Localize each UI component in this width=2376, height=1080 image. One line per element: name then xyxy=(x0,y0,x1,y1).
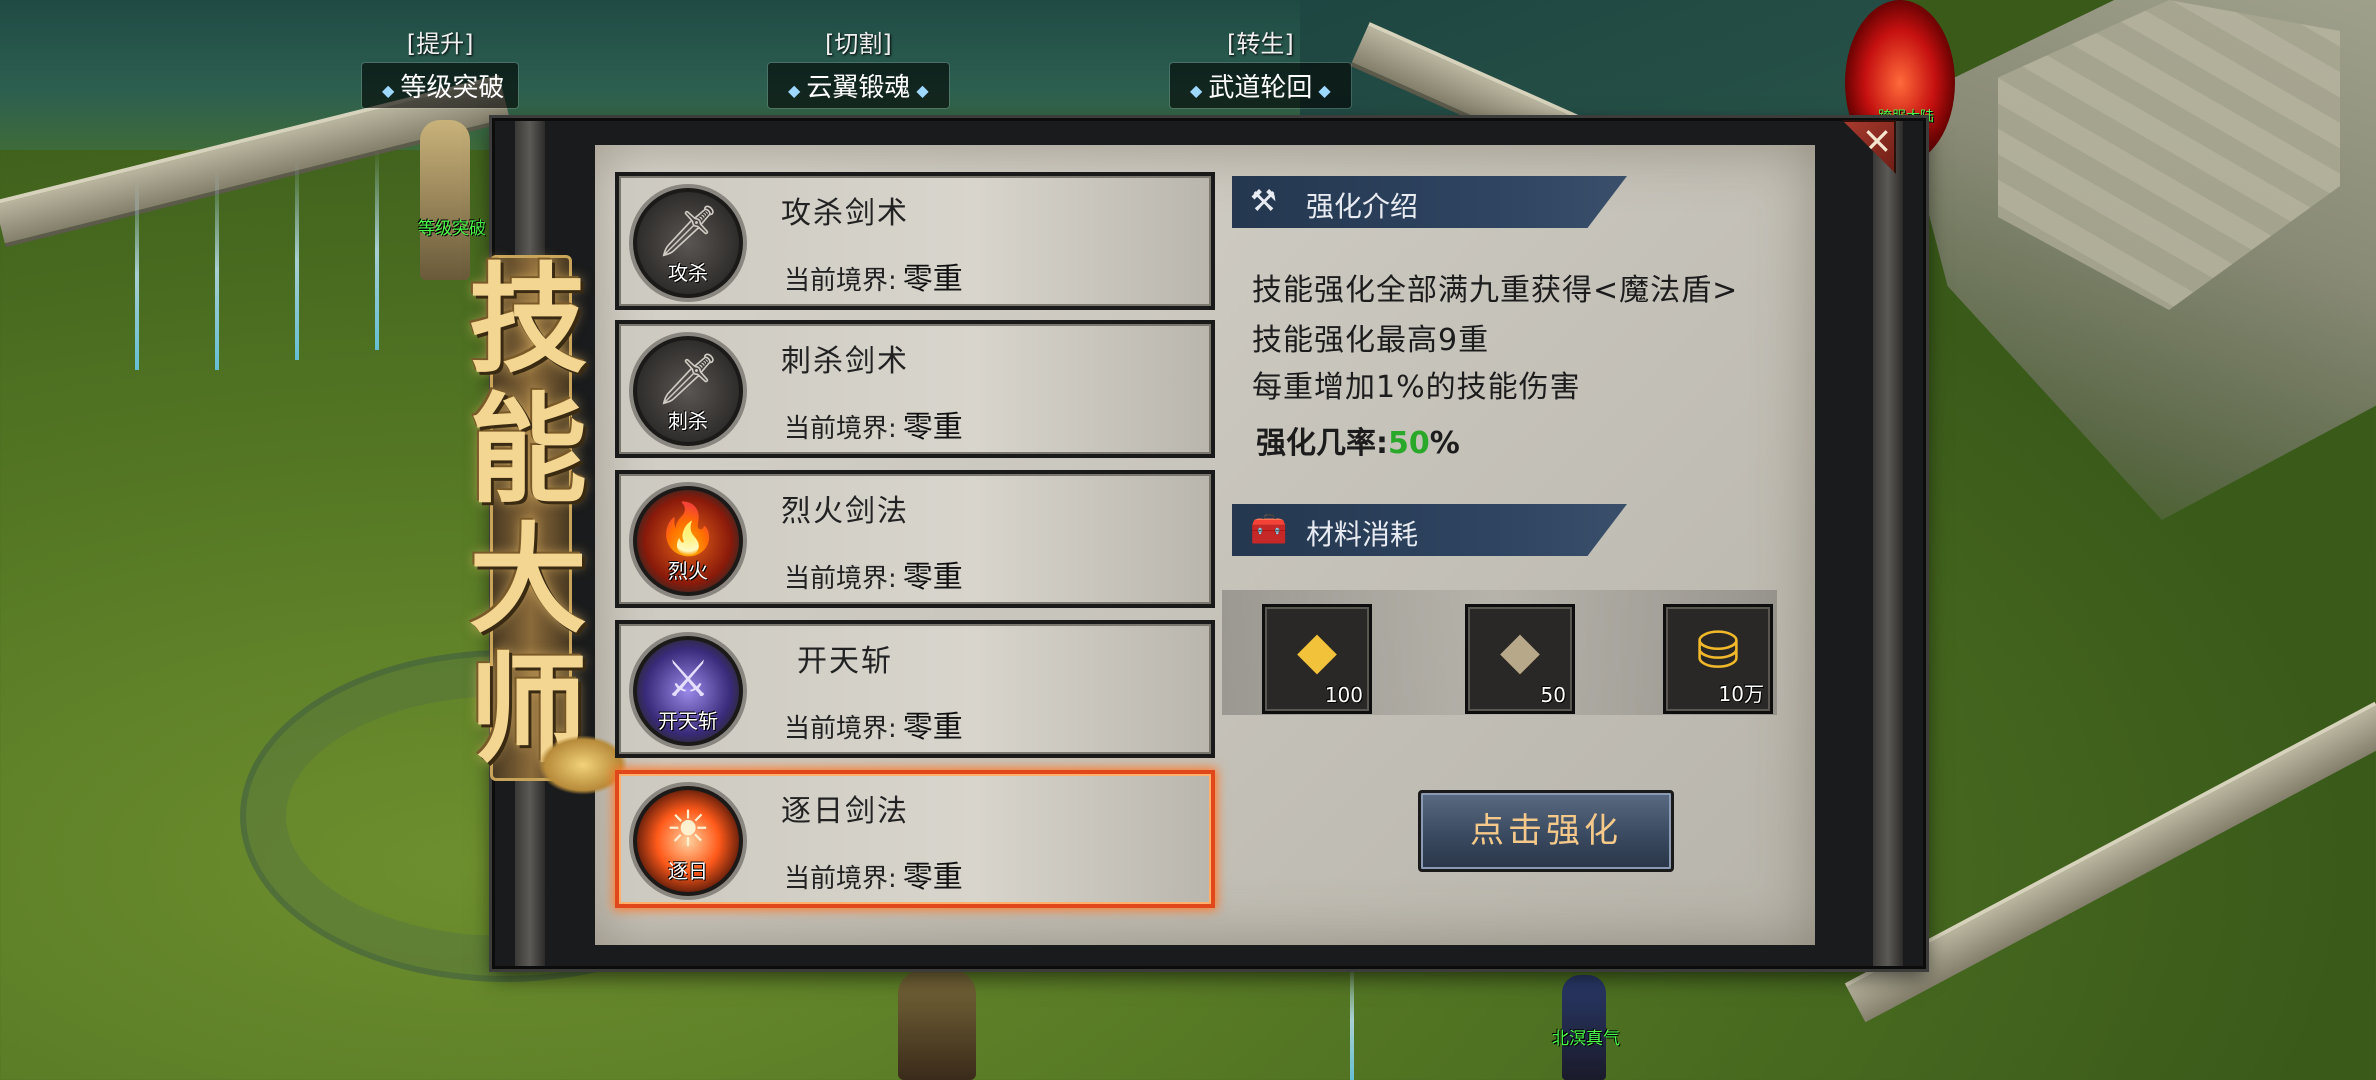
skill-icon-label: 开天斩 xyxy=(658,709,718,733)
light-beam xyxy=(295,160,299,360)
sword-icon: 🗡 攻杀 xyxy=(629,184,747,302)
light-beam xyxy=(1350,960,1354,1080)
realm-value: 零重 xyxy=(902,710,963,745)
wing-forge-label: 云翼锻魂 xyxy=(806,73,911,103)
skill-name: 逐日剑法 xyxy=(781,794,909,829)
skill-realm: 当前境界: 零重 xyxy=(784,702,963,746)
realm-label: 当前境界: xyxy=(784,414,897,444)
rebirth-button[interactable]: ◆ 武道轮回 ◆ xyxy=(1170,63,1351,108)
title-glyph: 能 xyxy=(468,380,587,519)
skill-name: 开天斩 xyxy=(797,644,893,679)
skill-item-flame-sword[interactable]: 🔥 烈火 烈火剑法 当前境界: 零重 xyxy=(615,470,1215,608)
material-qty: 10万 xyxy=(1718,682,1764,706)
wing-forge-button[interactable]: ◆ 云翼锻魂 ◆ xyxy=(768,63,949,108)
intro-header: ⚒ 强化介绍 xyxy=(1232,176,1627,228)
level-breakthrough-label: 等级突破 xyxy=(400,73,505,103)
skill-icon-label: 刺杀 xyxy=(668,409,708,433)
gold-ingot-icon: ⛁ xyxy=(1696,621,1740,681)
sun-slash-icon: ☀ 逐日 xyxy=(629,782,747,900)
realm-value: 零重 xyxy=(902,410,963,445)
skill-realm: 当前境界: 零重 xyxy=(784,552,963,596)
topmenu-tag: [切割] xyxy=(824,30,892,58)
diamond-icon: ◆ xyxy=(1318,81,1331,100)
materials-header: 🧰 材料消耗 xyxy=(1232,504,1627,556)
topmenu-tag: [提升] xyxy=(406,30,474,58)
panel-rail-right xyxy=(1873,121,1903,966)
topmenu-rebirth[interactable]: [转生] ◆ 武道轮回 ◆ xyxy=(1170,24,1351,108)
skill-realm: 当前境界: 零重 xyxy=(784,852,963,896)
rate-value: 50 xyxy=(1388,426,1430,461)
diamond-icon: ◆ xyxy=(788,81,801,100)
fire-glyph: 🔥 xyxy=(656,500,720,558)
title-glyph: 大 xyxy=(468,510,587,649)
black-iron-icon: ◆ xyxy=(1500,621,1540,681)
material-slot-gold-ore[interactable]: ◆ 100 xyxy=(1262,604,1372,714)
skill-item-sky-split[interactable]: ⚔ 开天斩 开天斩 当前境界: 零重 xyxy=(615,620,1215,758)
diamond-icon: ◆ xyxy=(916,81,929,100)
material-slot-gold-ingot[interactable]: ⛁ 10万 xyxy=(1663,604,1773,714)
light-beam xyxy=(135,180,139,370)
materials-header-label: 材料消耗 xyxy=(1306,518,1419,551)
diamond-icon: ◆ xyxy=(1190,81,1203,100)
skill-name: 刺杀剑术 xyxy=(781,344,909,379)
realm-label: 当前境界: xyxy=(784,266,897,296)
success-rate: 强化几率:50% xyxy=(1256,418,1460,462)
skill-item-sun-chase[interactable]: ☀ 逐日 逐日剑法 当前境界: 零重 xyxy=(615,770,1215,908)
intro-line: 技能强化全部满九重获得<魔法盾> xyxy=(1252,273,1739,308)
skill-icon-label: 烈火 xyxy=(668,559,708,583)
realm-value: 零重 xyxy=(902,262,963,297)
diamond-icon: ◆ xyxy=(382,81,395,100)
realm-label: 当前境界: xyxy=(784,714,897,744)
skill-name: 烈火剑法 xyxy=(781,494,909,529)
realm-label: 当前境界: xyxy=(784,564,897,594)
topmenu-wing-forge[interactable]: [切割] ◆ 云翼锻魂 ◆ xyxy=(768,24,949,108)
topmenu-level-breakthrough[interactable]: [提升] ◆ 等级突破 xyxy=(362,24,519,108)
realm-value: 零重 xyxy=(902,560,963,595)
sword-icon: 🗡 刺杀 xyxy=(629,332,747,450)
material-qty: 50 xyxy=(1540,683,1566,707)
panel-title: 技 能 大 师 xyxy=(428,215,628,795)
rate-unit: % xyxy=(1429,426,1460,461)
intro-header-label: 强化介绍 xyxy=(1306,190,1419,223)
intro-line: 技能强化最高9重 xyxy=(1252,323,1490,358)
rate-label: 强化几率: xyxy=(1256,426,1388,461)
light-beam xyxy=(215,170,219,370)
realm-value: 零重 xyxy=(902,860,963,895)
skill-item-attack-sword[interactable]: 🗡 攻杀 攻杀剑术 当前境界: 零重 xyxy=(615,172,1215,310)
skill-realm: 当前境界: 零重 xyxy=(784,254,963,298)
fire-sword-icon: 🔥 烈火 xyxy=(629,482,747,600)
skill-icon-label: 逐日 xyxy=(668,859,708,883)
sun-glyph: ☀ xyxy=(665,800,711,858)
intro-line: 每重增加1%的技能伤害 xyxy=(1252,370,1581,405)
slash-glyph: ⚔ xyxy=(665,650,711,708)
skill-realm: 当前境界: 零重 xyxy=(784,402,963,446)
material-slot-black-iron[interactable]: ◆ 50 xyxy=(1465,604,1575,714)
topmenu-tag: [转生] xyxy=(1226,30,1294,58)
chest-icon: 🧰 xyxy=(1250,512,1288,547)
gold-ore-icon: ◆ xyxy=(1297,621,1337,681)
hammer-icon: ⚒ xyxy=(1250,184,1277,219)
skill-name: 攻杀剑术 xyxy=(781,196,909,231)
purple-slash-icon: ⚔ 开天斩 xyxy=(629,632,747,750)
strengthen-button[interactable]: 点击强化 xyxy=(1418,790,1674,872)
light-beam xyxy=(375,150,379,350)
level-breakthrough-button[interactable]: ◆ 等级突破 xyxy=(362,63,519,108)
skill-icon-label: 攻杀 xyxy=(668,261,708,285)
skill-item-thrust-sword[interactable]: 🗡 刺杀 刺杀剑术 当前境界: 零重 xyxy=(615,320,1215,458)
realm-label: 当前境界: xyxy=(784,864,897,894)
rebirth-label: 武道轮回 xyxy=(1208,73,1313,103)
sword-glyph: 🗡 xyxy=(656,202,720,260)
npc-label-bottom: 北溟真气 xyxy=(1552,1029,1620,1049)
material-qty: 100 xyxy=(1324,683,1363,707)
sword-glyph: 🗡 xyxy=(656,350,720,408)
mounted-warrior-figure[interactable] xyxy=(898,970,976,1080)
title-glyph: 技 xyxy=(468,250,587,389)
